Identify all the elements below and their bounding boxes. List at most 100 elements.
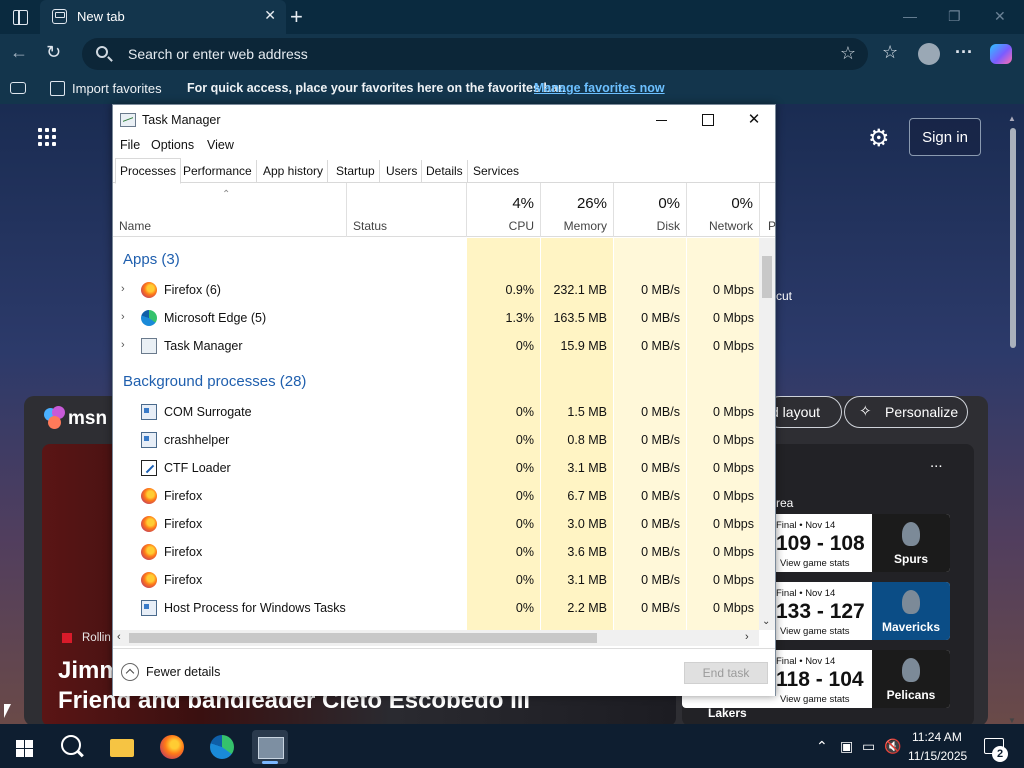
firefox-taskbar-icon[interactable] (154, 730, 190, 764)
tab-app-history[interactable]: App history (259, 160, 329, 183)
process-row[interactable]: Firefox 0% 3.1 MB 0 MB/s 0 Mbps (113, 566, 759, 594)
process-disk: 0 MB/s (641, 601, 680, 615)
process-row[interactable]: Firefox 0% 3.0 MB 0 MB/s 0 Mbps (113, 510, 759, 538)
scroll-right-arrow-icon[interactable]: › (745, 631, 749, 643)
tab-new-tab[interactable]: New tab ✕ (40, 0, 286, 34)
column-status[interactable]: Status (347, 183, 467, 237)
process-row[interactable]: › Firefox (6) 0.9% 232.1 MB 0 MB/s 0 Mbps (113, 276, 759, 304)
process-row[interactable]: Firefox 0% 3.6 MB 0 MB/s 0 Mbps (113, 538, 759, 566)
scroll-down-arrow-icon[interactable]: ⌄ (762, 616, 770, 627)
new-tab-button[interactable]: + (290, 4, 303, 30)
task-manager-taskbar-icon[interactable] (252, 730, 288, 764)
copilot-icon[interactable] (990, 44, 1012, 64)
process-row[interactable]: crashhelper 0% 0.8 MB 0 MB/s 0 Mbps (113, 426, 759, 454)
sports-more-options-icon[interactable]: ... (930, 454, 943, 471)
address-bar[interactable]: ☆ (82, 38, 868, 70)
process-row[interactable]: COM Surrogate 0% 1.5 MB 0 MB/s 0 Mbps (113, 398, 759, 426)
page-scrollbar[interactable]: ▲ ▼ (1008, 114, 1018, 724)
process-cpu: 0% (515, 545, 534, 559)
apps-launcher-icon[interactable] (38, 128, 58, 148)
expand-chevron-icon[interactable]: › (121, 339, 125, 351)
page-scroll-thumb[interactable] (1010, 128, 1016, 348)
column-disk[interactable]: 0% Disk (614, 183, 687, 237)
tab-processes[interactable]: Processes (115, 158, 182, 184)
column-name[interactable]: Name (113, 183, 347, 237)
column-memory[interactable]: 26% Memory (541, 183, 614, 237)
address-input[interactable] (128, 44, 778, 64)
group-apps[interactable]: Apps (3) (113, 246, 759, 274)
process-row[interactable]: Firefox 0% 6.7 MB 0 MB/s 0 Mbps (113, 482, 759, 510)
process-list-horizontal-scrollbar[interactable]: ‹ › (113, 630, 759, 646)
end-task-button[interactable]: End task (684, 662, 768, 684)
process-row[interactable]: CTF Loader 0% 3.1 MB 0 MB/s 0 Mbps (113, 454, 759, 482)
browser-restore-button[interactable]: ❐ (948, 8, 961, 25)
tab-actions-icon[interactable] (8, 6, 32, 28)
browser-minimize-button[interactable]: — (903, 8, 917, 24)
sidebar-toggle-icon[interactable] (10, 82, 26, 94)
network-icon[interactable]: ▭ (862, 738, 875, 755)
process-network: 0 Mbps (713, 601, 754, 615)
menu-view[interactable]: View (207, 138, 234, 152)
column-cpu[interactable]: 4% CPU (467, 183, 541, 237)
disk-total-percent: 0% (658, 195, 680, 212)
maximize-button[interactable] (693, 109, 723, 131)
process-name: CTF Loader (164, 461, 231, 475)
profile-avatar[interactable] (918, 43, 940, 65)
start-button[interactable] (6, 730, 42, 764)
column-network[interactable]: 0% Network (687, 183, 760, 237)
group-background-processes[interactable]: Background processes (28) (113, 368, 759, 396)
process-row[interactable]: Host Process for Windows Tasks 0% 2.2 MB 0 … (113, 594, 759, 622)
menu-options[interactable]: Options (151, 138, 194, 152)
game-stats-link[interactable]: View game stats (780, 626, 850, 637)
tray-app-icon[interactable]: ▣ (840, 738, 853, 755)
game-stats-link[interactable]: View game stats (780, 694, 850, 705)
browser-close-button[interactable]: ✕ (994, 8, 1006, 25)
column-power-label: P (768, 219, 777, 233)
personalize-button[interactable]: ✧ Personalize (844, 396, 968, 428)
task-manager-titlebar[interactable]: Task Manager ✕ (113, 105, 775, 135)
column-power[interactable]: P (760, 183, 777, 237)
edge-taskbar-icon[interactable] (204, 730, 240, 764)
vertical-scroll-thumb[interactable] (762, 256, 772, 298)
tab-startup[interactable]: Startup (332, 160, 380, 183)
more-options-icon[interactable]: ··· (955, 42, 973, 63)
manage-favorites-link[interactable]: Manage favorites now (534, 81, 665, 95)
group-title: Background processes (28) (123, 373, 307, 390)
minimize-button[interactable] (647, 109, 677, 131)
tray-overflow-chevron-icon[interactable]: ⌃ (816, 738, 828, 755)
expand-chevron-icon[interactable]: › (121, 283, 125, 295)
scroll-left-arrow-icon[interactable]: ‹ (117, 631, 121, 643)
close-tab-icon[interactable]: ✕ (264, 7, 276, 24)
game-status: Final • Nov 14 (776, 588, 836, 599)
process-row[interactable]: › Task Manager 0% 15.9 MB 0 MB/s 0 Mbps (113, 332, 759, 360)
tab-services[interactable]: Services (469, 160, 523, 183)
volume-muted-icon[interactable]: 🔇 (884, 738, 901, 755)
close-button[interactable]: ✕ (739, 109, 769, 131)
back-arrow-icon[interactable]: ← (10, 42, 28, 63)
process-list-vertical-scrollbar[interactable]: ⌄ (759, 238, 775, 630)
tab-users[interactable]: Users (382, 160, 423, 183)
process-row[interactable]: › Microsoft Edge (5) 1.3% 163.5 MB 0 MB/s 0 M… (113, 304, 759, 332)
taskbar-search-icon[interactable] (54, 730, 90, 764)
tab-details[interactable]: Details (422, 160, 468, 183)
horizontal-scroll-thumb[interactable] (129, 633, 597, 643)
scroll-up-icon[interactable]: ▲ (1008, 114, 1016, 123)
file-explorer-icon[interactable] (104, 730, 140, 764)
favorite-star-icon[interactable]: ☆ (840, 43, 856, 64)
clock-time[interactable]: 11:24 AM (912, 730, 962, 744)
sports-area-label: rea (776, 496, 794, 510)
fewer-details-link[interactable]: Fewer details (146, 665, 220, 679)
tab-performance[interactable]: Performance (179, 160, 257, 183)
import-favorites-link[interactable]: Import favorites (72, 81, 162, 96)
scroll-down-icon[interactable]: ▼ (1008, 716, 1016, 724)
favorites-icon[interactable]: ☆ (882, 42, 898, 63)
import-favorites-icon[interactable] (50, 81, 65, 96)
refresh-icon[interactable]: ↻ (46, 42, 61, 63)
page-settings-gear-icon[interactable]: ⚙ (868, 124, 890, 153)
menu-file[interactable]: File (120, 138, 140, 152)
sign-in-button[interactable]: Sign in (909, 118, 981, 156)
chevron-up-circle-icon[interactable] (121, 663, 139, 681)
game-stats-link[interactable]: View game stats (780, 558, 850, 569)
expand-chevron-icon[interactable]: › (121, 311, 125, 323)
clock-date[interactable]: 11/15/2025 (908, 749, 967, 763)
